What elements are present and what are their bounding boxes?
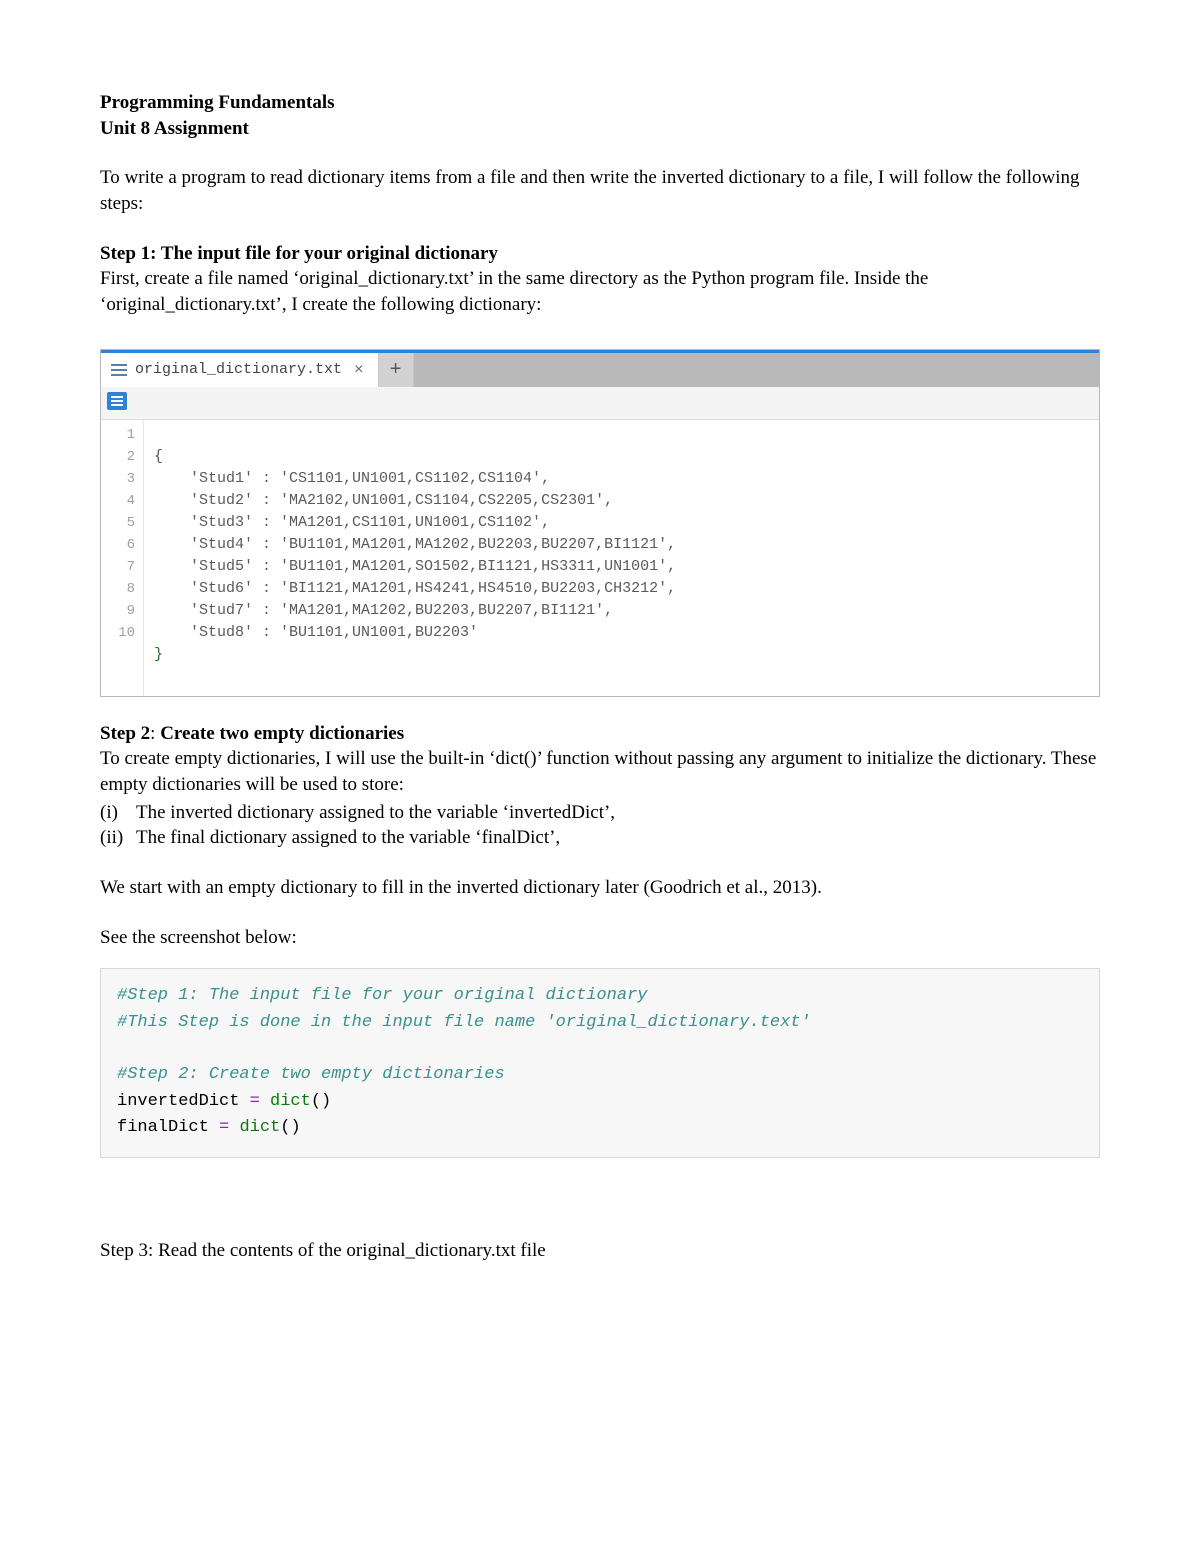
list-item-label: (i) xyxy=(100,800,136,826)
step2-sep: : xyxy=(150,723,160,744)
code-line: finalDict = dict() xyxy=(117,1115,1083,1141)
step3-label: Step 3 xyxy=(100,1240,148,1261)
new-tab-button[interactable]: + xyxy=(379,353,414,387)
step2-see-below: See the screenshot below: xyxy=(100,925,1100,951)
step2-label: Step 2 xyxy=(100,723,150,744)
code-line: 'Stud4' : 'BU1101,MA1201,MA1202,BU2203,B… xyxy=(154,536,676,553)
settings-icon[interactable] xyxy=(107,392,127,410)
line-number: 4 xyxy=(109,490,135,512)
line-number: 5 xyxy=(109,512,135,534)
line-number: 3 xyxy=(109,468,135,490)
editor-code[interactable]: { 'Stud1' : 'CS1101,UN1001,CS1102,CS1104… xyxy=(144,420,686,696)
list-item-text: The inverted dictionary assigned to the … xyxy=(136,800,615,826)
code-line: 'Stud7' : 'MA1201,MA1202,BU2203,BU2207,B… xyxy=(154,602,613,619)
line-number: 2 xyxy=(109,446,135,468)
list-item: (i) The inverted dictionary assigned to … xyxy=(100,800,1100,826)
file-icon xyxy=(111,363,127,377)
editor-toolbar xyxy=(101,387,1099,419)
code-line: 'Stud6' : 'BI1121,MA1201,HS4241,HS4510,B… xyxy=(154,580,676,597)
step1-title: The input file for your original diction… xyxy=(156,243,498,264)
list-item-label: (ii) xyxy=(100,825,136,851)
code-line: 'Stud1' : 'CS1101,UN1001,CS1102,CS1104', xyxy=(154,470,550,487)
editor-gutter: 1 2 3 4 5 6 7 8 9 10 xyxy=(101,420,144,696)
step2-list: (i) The inverted dictionary assigned to … xyxy=(100,800,1100,851)
step3-title: Read the contents of the original_dictio… xyxy=(158,1240,546,1261)
code-cell: #Step 1: The input file for your origina… xyxy=(100,968,1100,1158)
course-title: Programming Fundamentals xyxy=(100,90,1100,116)
code-line: 'Stud2' : 'MA2102,UN1001,CS1104,CS2205,C… xyxy=(154,492,613,509)
editor-window: original_dictionary.txt × + 1 2 3 4 5 6 … xyxy=(100,349,1100,696)
unit-title: Unit 8 Assignment xyxy=(100,116,1100,142)
intro-paragraph: To write a program to read dictionary it… xyxy=(100,165,1100,216)
code-line: 'Stud8' : 'BU1101,UN1001,BU2203' xyxy=(154,624,478,641)
line-number: 10 xyxy=(109,622,135,644)
code-comment: #This Step is done in the input file nam… xyxy=(117,1010,1083,1036)
code-line: 'Stud5' : 'BU1101,MA1201,SO1502,BI1121,H… xyxy=(154,558,676,575)
list-item: (ii) The final dictionary assigned to th… xyxy=(100,825,1100,851)
editor-tab[interactable]: original_dictionary.txt × xyxy=(101,353,379,387)
step2-after: We start with an empty dictionary to fil… xyxy=(100,875,1100,901)
code-line: 'Stud3' : 'MA1201,CS1101,UN1001,CS1102', xyxy=(154,514,550,531)
line-number: 1 xyxy=(109,424,135,446)
step1-label: Step 1: xyxy=(100,243,156,264)
step2-body: To create empty dictionaries, I will use… xyxy=(100,746,1100,797)
line-number: 7 xyxy=(109,556,135,578)
editor-tab-filename: original_dictionary.txt xyxy=(135,360,342,380)
editor-tabrow: original_dictionary.txt × + xyxy=(101,353,1099,387)
editor-code-area: 1 2 3 4 5 6 7 8 9 10 { 'Stud1' : 'CS1101… xyxy=(101,420,1099,696)
line-number: 6 xyxy=(109,534,135,556)
code-line: invertedDict = dict() xyxy=(117,1089,1083,1115)
step3-sep: : xyxy=(148,1240,158,1261)
step2-title: Create two empty dictionaries xyxy=(160,723,404,744)
line-number: 8 xyxy=(109,578,135,600)
code-line: { xyxy=(154,448,163,465)
line-number: 9 xyxy=(109,600,135,622)
code-comment: #Step 1: The input file for your origina… xyxy=(117,983,1083,1009)
list-item-text: The final dictionary assigned to the var… xyxy=(136,825,560,851)
code-line: } xyxy=(154,646,163,663)
code-comment: #Step 2: Create two empty dictionaries xyxy=(117,1062,1083,1088)
step1-body: First, create a file named ‘original_dic… xyxy=(100,266,1100,317)
close-icon[interactable]: × xyxy=(350,360,368,382)
